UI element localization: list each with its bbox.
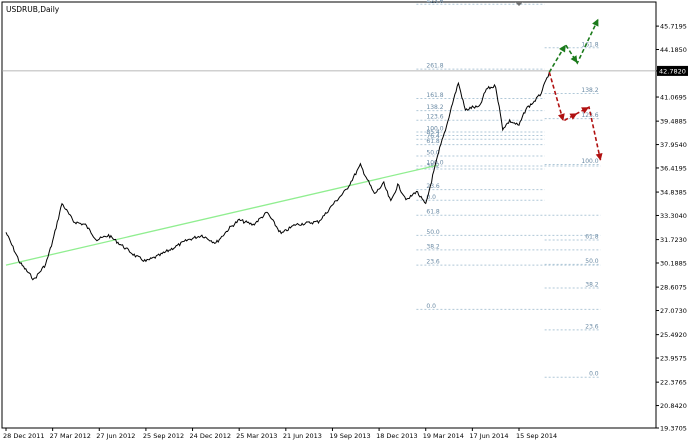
x-tick-label: 24 Dec 2012: [190, 432, 232, 440]
fib_right-level-label: 38.2: [585, 281, 599, 288]
fib_right-level-label: 138.2: [581, 87, 598, 94]
y-tick-label: 28.6075: [660, 284, 687, 292]
x-tick-label: 19 Sep 2013: [329, 432, 370, 440]
fib_upper-level-label: 123.6: [426, 114, 443, 121]
x-tick-label: 28 Dec 2011: [3, 432, 45, 440]
x-tick-label: 27 Jun 2012: [96, 432, 135, 440]
x-tick-label: 25 Mar 2013: [236, 432, 277, 440]
fib_lower-level-label: 23.6: [426, 259, 440, 266]
x-tick-label: 27 Mar 2012: [50, 432, 91, 440]
y-tick-label: 34.8385: [660, 189, 687, 197]
current-price-label: 42.7820: [659, 67, 686, 75]
chart-container: 100.0 61.8 50.0 38.2 23.6 0.0 423.6 261.8 161.8 1…: [0, 0, 688, 442]
y-tick-label: 23.9575: [660, 355, 687, 363]
y-tick-label: 25.4920: [660, 331, 687, 339]
fib_upper-level-label: 23.6: [426, 183, 440, 190]
fib_lower-level-label: 0.0: [426, 303, 436, 310]
y-tick-label: 45.7195: [660, 23, 687, 31]
x-tick-label: 19 Mar 2014: [423, 432, 464, 440]
fib_right-level-label: 23.6: [585, 323, 599, 330]
y-tick-label: 22.3765: [660, 379, 687, 387]
fib_upper-level-label: 138.2: [426, 104, 443, 111]
x-tick-label: 15 Sep 2014: [516, 432, 557, 440]
y-tick-label: 27.0730: [660, 307, 687, 315]
y-tick-label: 36.4195: [660, 164, 687, 172]
y-tick-label: 41.0695: [660, 94, 687, 102]
fib_right-level-label: 50.0: [585, 258, 599, 265]
x-tick-label: 25 Sep 2012: [143, 432, 184, 440]
x-tick-label: 17 Jun 2014: [469, 432, 508, 440]
fib_right-level-label: 161.8: [581, 41, 598, 48]
fib_right-level-label: 61.8: [585, 233, 599, 240]
fib_lower-level-label: 38.2: [426, 243, 440, 250]
fib_upper-level-label: 423.6: [426, 0, 443, 5]
y-tick-label: 19.3705: [660, 425, 687, 433]
fib_right-level-label: 0.0: [589, 371, 599, 378]
y-tick-label: 44.1850: [660, 46, 687, 54]
y-tick-label: 30.1885: [660, 259, 687, 267]
fib_upper-level-label: 61.8: [426, 138, 440, 145]
y-tick-label: 20.8420: [660, 402, 687, 410]
chart-title: USDRUB,Daily: [6, 5, 60, 14]
y-tick-label: 37.9540: [660, 141, 687, 149]
fib_lower-level-label: 50.0: [426, 229, 440, 236]
fib_right-level-label: 100.0: [581, 158, 598, 165]
usdrub-chart: 100.0 61.8 50.0 38.2 23.6 0.0 423.6 261.8 161.8 1…: [1, 0, 688, 440]
y-tick-label: 31.7230: [660, 236, 687, 244]
fib_upper-level-label: 261.8: [426, 63, 443, 70]
fib_lower-level-label: 61.8: [426, 209, 440, 216]
y-tick-label: 39.4885: [660, 118, 687, 126]
y-tick-label: 33.3040: [660, 212, 687, 220]
x-tick-label: 21 Jun 2013: [283, 432, 322, 440]
x-tick-label: 18 Dec 2013: [376, 432, 418, 440]
fib_upper-level-label: 161.8: [426, 92, 443, 99]
